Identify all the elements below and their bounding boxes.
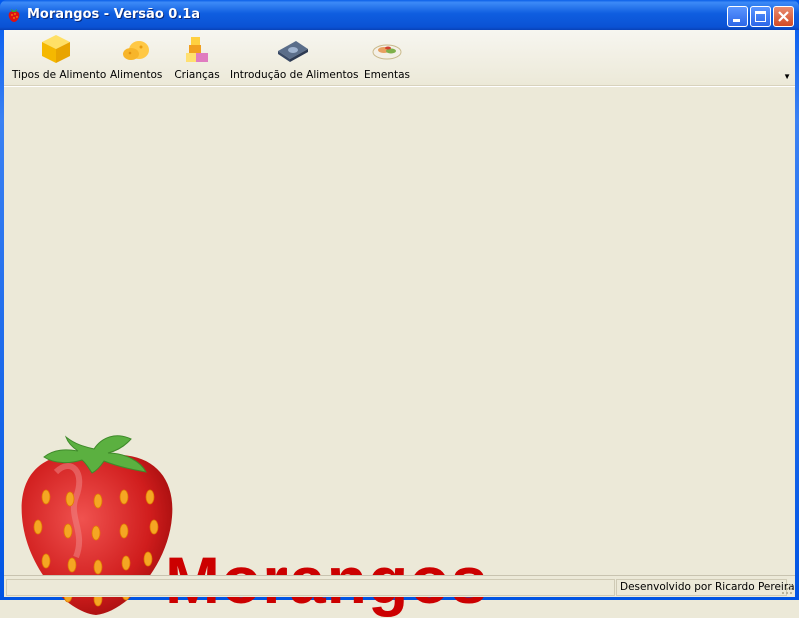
window-title: Morangos - Versão 0.1a bbox=[27, 7, 201, 22]
status-panel-left bbox=[6, 579, 615, 596]
food-plate-icon bbox=[372, 44, 402, 60]
strawberry-app-icon bbox=[8, 9, 20, 22]
toolbar-label: Ementas bbox=[364, 69, 410, 81]
minimize-button[interactable] bbox=[727, 6, 748, 27]
toolbar-button-introducao-de-alimentos[interactable]: Introdução de Alimentos bbox=[230, 33, 359, 83]
toolbar-button-alimentos[interactable]: Alimentos bbox=[110, 33, 162, 83]
toolbar-button-tipos-de-alimento[interactable]: Tipos de Alimento bbox=[12, 33, 107, 83]
maximize-button[interactable] bbox=[750, 6, 771, 27]
toy-blocks-icon bbox=[186, 37, 208, 62]
status-panel-credits: Desenvolvido por Ricardo Pereira bbox=[616, 579, 795, 596]
client-area: Tipos de Alimento Alimentos Crianças Int… bbox=[4, 30, 795, 617]
toolbar-label: Alimentos bbox=[110, 69, 163, 81]
toolbar-label: Tipos de Alimento bbox=[12, 69, 107, 81]
app-window: Morangos - Versão 0.1a Tipos de Alimento bbox=[0, 0, 799, 617]
yellow-cube-icon bbox=[42, 35, 70, 63]
title-bar[interactable]: Morangos - Versão 0.1a bbox=[0, 0, 799, 30]
toolbar-label: Introdução de Alimentos bbox=[230, 69, 359, 81]
toolbar-label: Crianças bbox=[174, 69, 220, 81]
maximize-icon bbox=[755, 11, 766, 22]
close-icon bbox=[778, 11, 789, 22]
status-bar: Desenvolvido por Ricardo Pereira bbox=[4, 575, 795, 597]
workspace-area: Morangos bbox=[4, 86, 795, 617]
cheese-icon bbox=[123, 41, 149, 60]
disk-drive-icon bbox=[278, 41, 308, 62]
toolbar-button-criancas[interactable]: Crianças bbox=[172, 33, 222, 83]
resize-grip-icon[interactable] bbox=[781, 583, 793, 595]
toolbar: Tipos de Alimento Alimentos Crianças Int… bbox=[4, 30, 795, 86]
toolbar-overflow-chevron-icon[interactable]: ▼ bbox=[783, 72, 791, 81]
close-button[interactable] bbox=[773, 6, 794, 27]
toolbar-button-ementas[interactable]: Ementas bbox=[362, 33, 412, 83]
minimize-icon bbox=[733, 19, 740, 22]
